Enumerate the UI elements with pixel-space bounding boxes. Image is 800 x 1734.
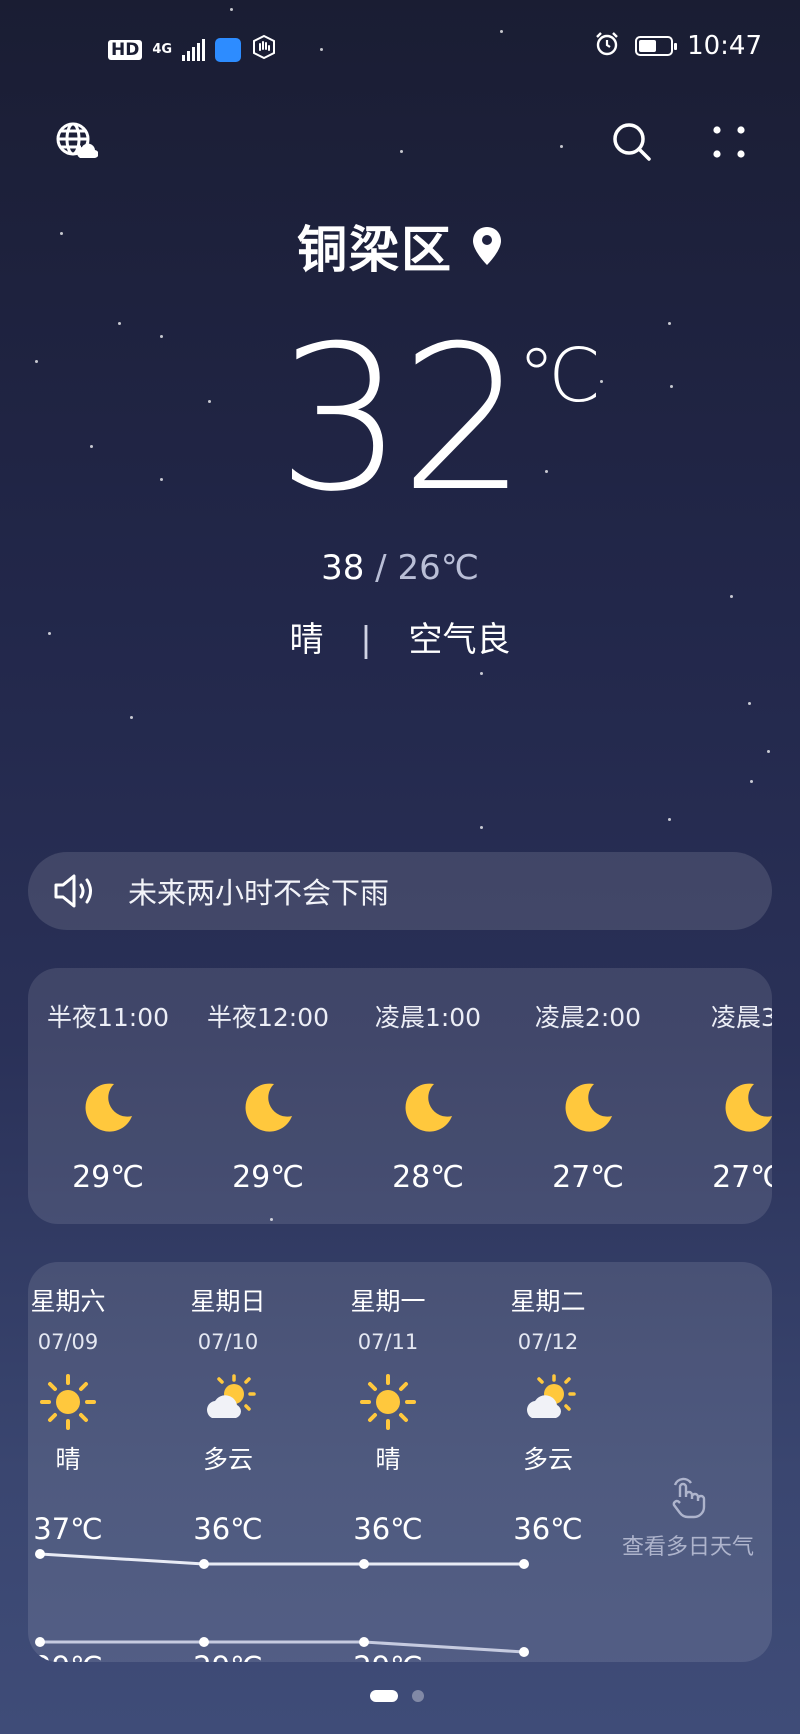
high-point (35, 1549, 45, 1559)
weather-condition: 晴 (289, 620, 324, 660)
moon-icon (245, 1083, 292, 1132)
moon-icon (565, 1083, 612, 1132)
search-icon (613, 123, 651, 161)
high-temp: 38 (321, 548, 365, 588)
temp-unit: ℃ (518, 333, 602, 419)
status-bar: HD 4G 10:47 (0, 0, 800, 100)
current-temperature: 32 ℃ (0, 320, 800, 520)
high-low-temp: 38 / 26℃ (0, 548, 800, 588)
low-point (199, 1637, 209, 1647)
hour-temp: 29℃ (72, 1160, 144, 1195)
moon-icon (85, 1083, 132, 1132)
high-trend-line (39, 1552, 524, 1566)
view-more-days-button[interactable]: 查看多日天气 (613, 1477, 763, 1561)
status-right: 10:47 (593, 30, 762, 62)
daily-forecast[interactable]: 星期六 07/09 晴 37℃ 29℃ 星期日 07/10 多云 36℃ 29℃… (28, 1262, 772, 1662)
rain-forecast-text: 未来两小时不会下雨 (128, 876, 390, 910)
clock: 10:47 (687, 31, 762, 61)
moon-icon (725, 1083, 772, 1132)
hour-time: 半夜12:00 (206, 1003, 330, 1032)
high-point (519, 1559, 529, 1569)
cloud-app-icon (215, 37, 242, 62)
tap-hand-icon (672, 1477, 706, 1519)
page-dot-active (370, 1690, 398, 1702)
hour-time: 凌晨2:00 (534, 1003, 642, 1032)
hour-time: 凌晨1:00 (374, 1003, 482, 1032)
more-options-button[interactable] (703, 116, 755, 168)
low-point (35, 1637, 45, 1647)
air-quality[interactable]: 空气良 (409, 620, 511, 660)
temp-separator: / (364, 548, 398, 588)
hand-icon (251, 34, 277, 65)
temp-trend-chart (35, 1549, 529, 1657)
search-button[interactable] (606, 116, 658, 168)
battery-icon (635, 36, 678, 56)
rain-forecast-card[interactable]: 未来两小时不会下雨 (28, 852, 772, 930)
hour-time: 半夜11:00 (46, 1003, 170, 1032)
speaker-icon (54, 874, 92, 908)
hour-temp: 29℃ (232, 1160, 304, 1195)
signal-icon (182, 38, 206, 61)
network-type: 4G (152, 41, 173, 57)
low-point (519, 1647, 529, 1657)
low-point (359, 1637, 369, 1647)
status-left: HD 4G (108, 34, 277, 65)
city-name: 铜梁区 (297, 221, 453, 279)
current-temp-value: 32 (276, 303, 527, 536)
location-pin-icon (473, 227, 501, 265)
page-dot[interactable] (412, 1690, 424, 1702)
globe-icon (56, 122, 98, 159)
hour-temp: 27℃ (712, 1160, 772, 1195)
high-point (199, 1559, 209, 1569)
hour-time: 凌晨3: (710, 1003, 772, 1032)
moon-icon (405, 1083, 452, 1132)
globe-cities-button[interactable] (50, 116, 102, 168)
city-header[interactable]: 铜梁区 (0, 210, 800, 282)
low-temp: 26℃ (397, 548, 479, 588)
view-more-days-label: 查看多日天气 (621, 1535, 754, 1560)
low-trend-line (40, 1640, 525, 1654)
hour-temp: 28℃ (392, 1160, 464, 1195)
hourly-forecast[interactable]: 半夜11:00 29℃ 半夜12:00 29℃ 凌晨1:00 28℃ 凌晨2:0… (28, 968, 772, 1224)
condition-divider: | (360, 620, 372, 660)
alarm-icon (593, 30, 621, 62)
high-point (359, 1559, 369, 1569)
condition-line: 晴 | 空气良 (0, 612, 800, 661)
battery-level (639, 40, 657, 52)
hour-temp: 27℃ (552, 1160, 624, 1195)
page-indicator (370, 1690, 424, 1702)
more-dots-icon (713, 126, 745, 158)
hd-indicator: HD (108, 39, 143, 60)
